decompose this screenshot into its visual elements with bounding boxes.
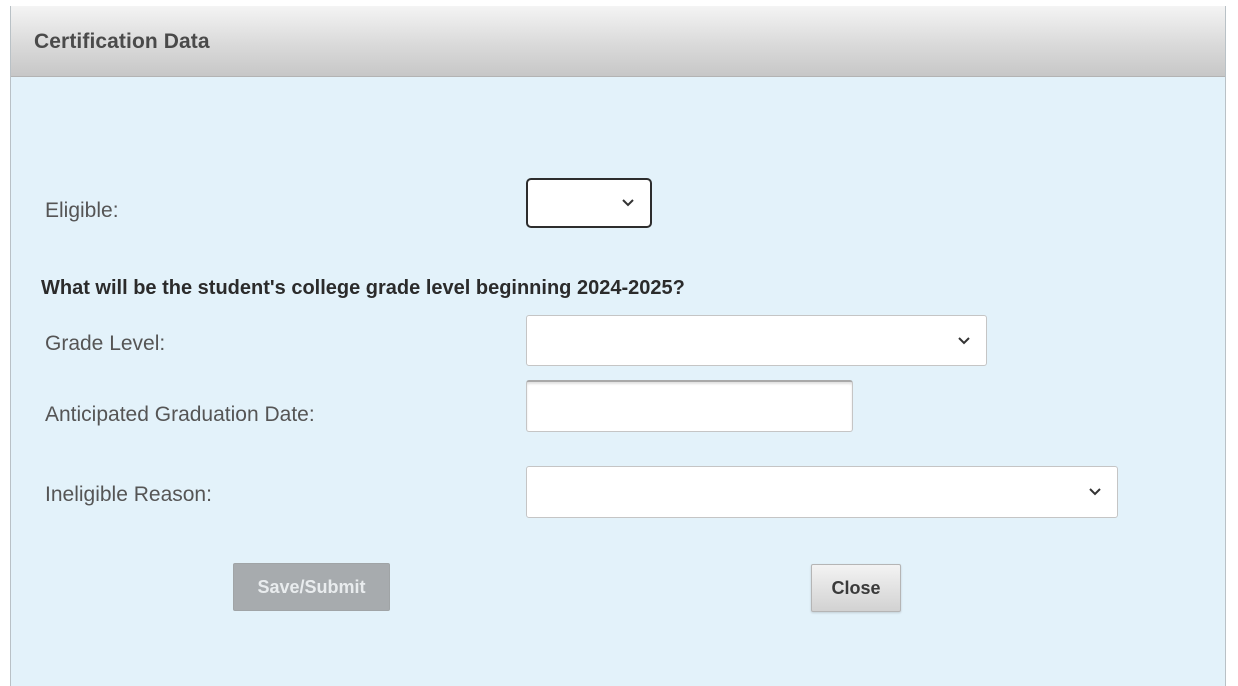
chevron-down-icon — [622, 199, 634, 207]
eligible-label: Eligible: — [45, 199, 119, 222]
dialog-titlebar: Certification Data — [11, 6, 1225, 77]
close-button[interactable]: Close — [811, 564, 901, 612]
chevron-down-icon — [1089, 488, 1101, 496]
eligible-select[interactable] — [526, 178, 652, 228]
graduation-date-input[interactable] — [526, 380, 853, 432]
ineligible-reason-select[interactable] — [526, 466, 1118, 518]
grade-level-label: Grade Level: — [45, 332, 166, 355]
ineligible-reason-label: Ineligible Reason: — [45, 483, 212, 506]
certification-dialog: Certification Data Eligible: What will b… — [10, 6, 1226, 686]
grade-level-question: What will be the student's college grade… — [41, 277, 685, 299]
dialog-title: Certification Data — [34, 30, 210, 53]
save-submit-button[interactable]: Save/Submit — [233, 563, 390, 611]
chevron-down-icon — [958, 336, 970, 344]
grade-level-select[interactable] — [526, 315, 987, 366]
graduation-date-label: Anticipated Graduation Date: — [45, 403, 315, 426]
